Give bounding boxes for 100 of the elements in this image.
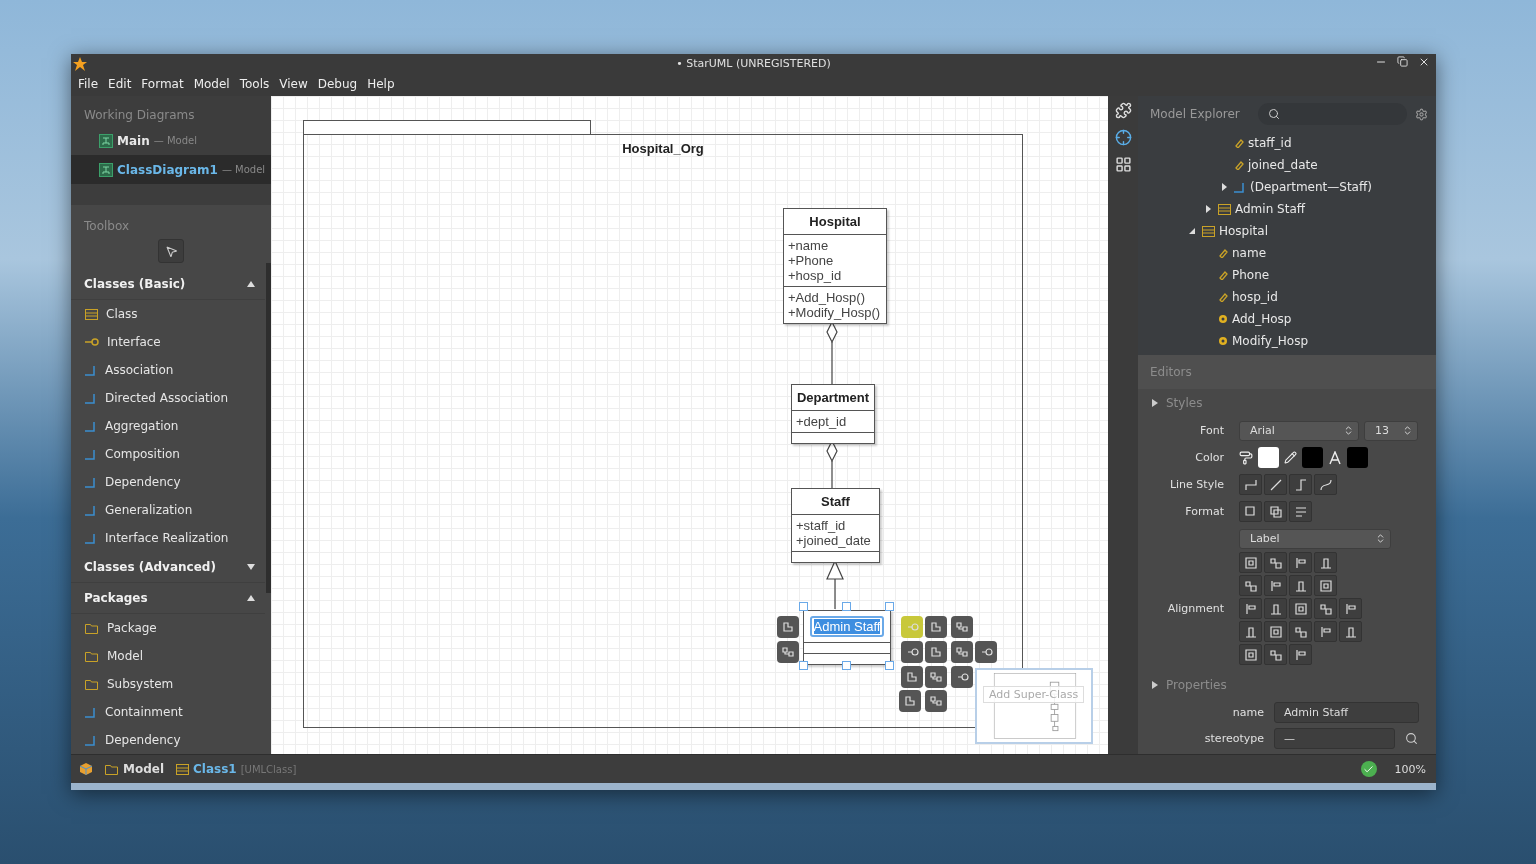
resize-handle[interactable] bbox=[885, 602, 894, 611]
tool-item[interactable]: Composition bbox=[105, 447, 180, 461]
tool-item[interactable]: Interface Realization bbox=[105, 531, 229, 545]
line-style-button[interactable] bbox=[1314, 474, 1337, 495]
tree-item[interactable]: hosp_id bbox=[1232, 290, 1278, 304]
search-field[interactable] bbox=[1257, 103, 1407, 125]
quick-action-button[interactable] bbox=[951, 616, 973, 638]
tool-item[interactable]: Association bbox=[105, 363, 174, 377]
quick-action-button[interactable] bbox=[925, 690, 947, 712]
line-style-button[interactable] bbox=[1239, 474, 1262, 495]
tool-item[interactable]: Generalization bbox=[105, 503, 193, 517]
format-button[interactable] bbox=[1264, 501, 1287, 522]
expand-arrow-icon[interactable] bbox=[1152, 681, 1158, 689]
alignment-button[interactable] bbox=[1289, 644, 1312, 665]
tool-item[interactable]: Subsystem bbox=[107, 677, 174, 691]
diagram-item[interactable]: ClassDiagram1 — Model bbox=[71, 155, 271, 184]
alignment-button[interactable] bbox=[1339, 621, 1362, 642]
resize-handle[interactable] bbox=[885, 661, 894, 670]
restore-button[interactable] bbox=[1397, 56, 1408, 68]
resize-handle[interactable] bbox=[799, 602, 808, 611]
tree-item[interactable]: name bbox=[1232, 246, 1267, 260]
tool-item[interactable]: Aggregation bbox=[105, 419, 179, 433]
alignment-button[interactable] bbox=[1314, 552, 1337, 573]
class-box[interactable]: Hospital +name +Phone +hosp_id +Add_Hosp() +Modify_Hosp() bbox=[783, 208, 887, 324]
alignment-button[interactable] bbox=[1264, 621, 1287, 642]
color-swatch[interactable] bbox=[1302, 447, 1323, 468]
menu-item[interactable]: Edit bbox=[103, 77, 137, 91]
color-swatch[interactable] bbox=[1258, 447, 1279, 468]
tree-item[interactable]: Add_Hosp bbox=[1232, 312, 1292, 326]
quick-action-button[interactable] bbox=[925, 641, 947, 663]
search-icon[interactable] bbox=[1405, 731, 1418, 745]
menu-item[interactable]: File bbox=[73, 77, 104, 91]
quick-action-button[interactable] bbox=[899, 690, 921, 712]
class-box[interactable]: Department +dept_id bbox=[791, 384, 875, 444]
resize-handle[interactable] bbox=[842, 661, 851, 670]
puzzle-icon[interactable] bbox=[1114, 102, 1132, 119]
close-button[interactable] bbox=[1418, 56, 1430, 68]
alignment-button[interactable] bbox=[1289, 575, 1312, 596]
quick-action-button[interactable] bbox=[951, 641, 973, 663]
alignment-button[interactable] bbox=[1289, 552, 1312, 573]
tree-item[interactable]: (Department—Staff) bbox=[1250, 180, 1372, 194]
quick-action-button[interactable] bbox=[901, 641, 923, 663]
font-select[interactable]: Arial bbox=[1239, 420, 1359, 441]
pointer-tool-button[interactable] bbox=[158, 239, 184, 263]
tool-item[interactable]: Dependency bbox=[105, 475, 181, 489]
alignment-button[interactable] bbox=[1264, 575, 1287, 596]
class-box[interactable]: Staff +staff_id +joined_date bbox=[791, 488, 880, 563]
tool-item[interactable]: Interface bbox=[107, 335, 161, 349]
tool-item[interactable]: Dependency bbox=[105, 733, 181, 747]
alignment-button[interactable] bbox=[1289, 621, 1312, 642]
size-select[interactable]: 13 bbox=[1364, 420, 1418, 441]
alignment-button[interactable] bbox=[1239, 621, 1262, 642]
text-field[interactable]: Admin Staff bbox=[1274, 701, 1419, 723]
toolbox-section-header[interactable]: Classes (Basic) bbox=[71, 269, 265, 300]
quick-action-button[interactable] bbox=[925, 666, 947, 688]
quick-action-button[interactable] bbox=[975, 641, 997, 663]
menu-item[interactable]: Model bbox=[188, 77, 235, 91]
collapse-arrow-icon[interactable] bbox=[1188, 227, 1196, 235]
toolbox-section-header[interactable]: Packages bbox=[71, 583, 265, 614]
format-button[interactable] bbox=[1239, 501, 1262, 522]
settings-icon[interactable] bbox=[1415, 107, 1428, 121]
alignment-button[interactable] bbox=[1239, 598, 1262, 619]
quick-action-button[interactable] bbox=[925, 616, 947, 638]
toolbox-section-header[interactable]: Classes (Advanced) bbox=[71, 552, 265, 583]
alignment-button[interactable] bbox=[1289, 598, 1312, 619]
expand-arrow-icon[interactable] bbox=[1204, 205, 1212, 213]
breadcrumb-item[interactable]: Class1 [UMLClass] bbox=[176, 762, 297, 776]
tree-item[interactable]: Admin Staff bbox=[1235, 202, 1305, 216]
quick-action-button[interactable] bbox=[901, 666, 923, 688]
alignment-button[interactable] bbox=[1314, 575, 1337, 596]
diagram-item[interactable]: Main — Model bbox=[71, 126, 271, 155]
expand-arrow-icon[interactable] bbox=[1152, 399, 1158, 407]
tree-item[interactable]: Modify_Hosp bbox=[1232, 334, 1308, 348]
alignment-button[interactable] bbox=[1314, 598, 1337, 619]
line-style-button[interactable] bbox=[1289, 474, 1312, 495]
format-button[interactable] bbox=[1289, 501, 1312, 522]
line-style-button[interactable] bbox=[1264, 474, 1287, 495]
resize-handle[interactable] bbox=[799, 661, 808, 670]
color-swatch[interactable] bbox=[1347, 447, 1368, 468]
menu-item[interactable]: Debug bbox=[312, 77, 363, 91]
tree-item[interactable]: Phone bbox=[1232, 268, 1270, 282]
tree-item[interactable]: Hospital bbox=[1219, 224, 1268, 238]
tool-item[interactable]: Model bbox=[107, 649, 144, 663]
quick-action-button[interactable] bbox=[777, 641, 799, 663]
expand-arrow-icon[interactable] bbox=[1220, 183, 1228, 191]
crosshair-icon[interactable] bbox=[1114, 129, 1132, 146]
tool-item[interactable]: Class bbox=[106, 307, 138, 321]
alignment-button[interactable] bbox=[1339, 598, 1362, 619]
alignment-button[interactable] bbox=[1239, 552, 1262, 573]
menu-item[interactable]: Tools bbox=[234, 77, 275, 91]
alignment-button[interactable] bbox=[1264, 598, 1287, 619]
breadcrumb-item[interactable]: Model bbox=[105, 762, 165, 776]
alignment-button[interactable] bbox=[1264, 644, 1287, 665]
tool-item[interactable]: Package bbox=[107, 621, 157, 635]
tool-item[interactable]: Directed Association bbox=[105, 391, 229, 405]
quick-action-button[interactable] bbox=[777, 616, 799, 638]
alignment-button[interactable] bbox=[1314, 621, 1337, 642]
grid-icon[interactable] bbox=[1114, 156, 1132, 173]
tool-item[interactable]: Containment bbox=[105, 705, 183, 719]
menu-item[interactable]: Format bbox=[136, 77, 189, 91]
